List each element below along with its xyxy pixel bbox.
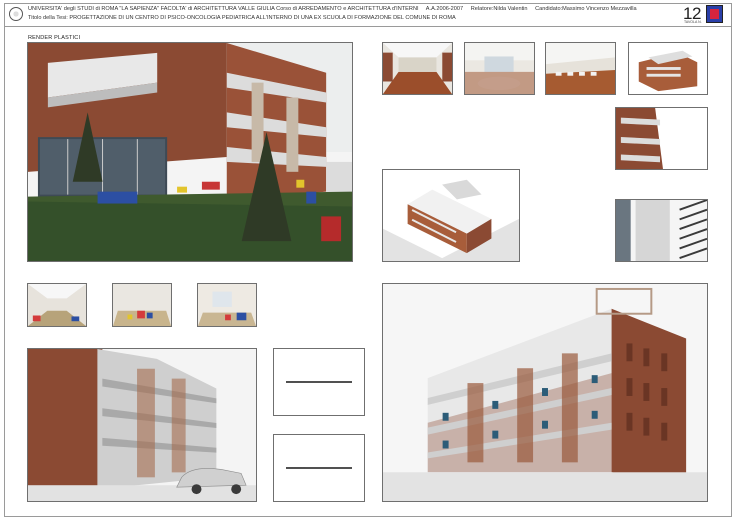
candidato: Candidato:Massimo Vincenzo Mezzavilla [535,6,637,12]
render-interior-office [464,42,535,95]
header-line-1: UNIVERSITA' degli STUDI di ROMA "LA SAPI… [28,6,643,12]
relatore: Relatore:Nilda Valentin [470,6,528,12]
caption-text-2: ································· [286,467,352,469]
render-interior-hall [382,42,453,95]
caption-box-1: ································· [273,348,365,416]
render-model-aerial-small [628,42,708,95]
header-divider [4,26,732,27]
render-corridor [27,283,87,327]
render-building-main [382,283,708,502]
section-title: RENDER PLASTICI [28,35,81,41]
caption-text-1: ································· [286,381,352,383]
render-model-aerial-large [382,169,520,262]
render-louvre-detail [615,199,708,262]
render-playroom [112,283,172,327]
caption-box-2: ································· [273,434,365,502]
render-balcony-detail [615,107,708,170]
academic-year: A.A.2006-2007 [425,6,464,12]
university-seal-icon [9,7,23,21]
render-activity-room [197,283,257,327]
thesis-title: Titolo della Tesi: PROGETTAZIONE DI UN C… [28,15,456,21]
header-line-2: Titolo della Tesi: PROGETTAZIONE DI UN C… [28,15,462,21]
render-courtyard-main [27,42,353,262]
studio-logo-icon [706,5,723,23]
page-number-label: TAVOLA N. [684,20,702,24]
render-interior-classroom [545,42,616,95]
render-facade-street [27,348,257,502]
university-line: UNIVERSITA' degli STUDI di ROMA "LA SAPI… [28,6,419,12]
